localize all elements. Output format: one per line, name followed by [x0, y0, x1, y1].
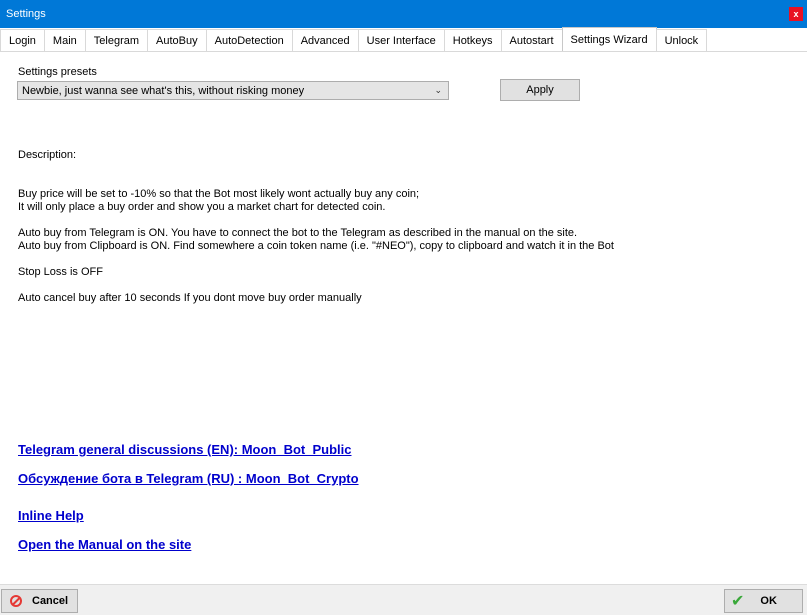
- cancel-button[interactable]: Cancel: [1, 589, 78, 613]
- close-icon: x: [793, 9, 799, 19]
- description-line: Buy price will be set to -10% so that th…: [18, 188, 420, 200]
- description-line: Auto buy from Clipboard is ON. Find some…: [18, 240, 614, 252]
- tab-strip: Login Main Telegram AutoBuy AutoDetectio…: [0, 27, 807, 52]
- manual-link[interactable]: Open the Manual on the site: [18, 537, 191, 552]
- chevron-down-icon: ⌄: [434, 85, 442, 95]
- tab-autobuy[interactable]: AutoBuy: [147, 29, 207, 51]
- description-block: Description: Buy price will be set to -1…: [18, 149, 614, 305]
- cancel-label: Cancel: [32, 595, 69, 607]
- tab-login[interactable]: Login: [0, 29, 45, 51]
- tab-autodetection[interactable]: AutoDetection: [205, 29, 293, 51]
- presets-label: Settings presets: [18, 66, 97, 78]
- description-line: Auto cancel buy after 10 seconds If you …: [18, 292, 362, 304]
- telegram-ru-link[interactable]: Обсуждение бота в Telegram (RU) : Moon_B…: [18, 471, 359, 486]
- description-heading: Description:: [18, 149, 77, 161]
- tab-telegram[interactable]: Telegram: [84, 29, 149, 51]
- tab-advanced[interactable]: Advanced: [291, 29, 359, 51]
- cancel-icon: [10, 595, 22, 607]
- tab-user-interface[interactable]: User Interface: [357, 29, 445, 51]
- tab-settings-wizard[interactable]: Settings Wizard: [561, 27, 657, 51]
- checkmark-icon: ✔: [731, 593, 745, 610]
- inline-help-link[interactable]: Inline Help: [18, 508, 84, 523]
- tab-main[interactable]: Main: [43, 29, 86, 51]
- ok-button[interactable]: ✔ OK: [724, 589, 803, 613]
- presets-select[interactable]: Newbie, just wanna see what's this, with…: [17, 81, 449, 100]
- close-button[interactable]: x: [789, 7, 803, 21]
- title-bar: Settings x: [0, 0, 807, 28]
- tab-hotkeys[interactable]: Hotkeys: [443, 29, 502, 51]
- presets-selected-value: Newbie, just wanna see what's this, with…: [22, 84, 305, 97]
- settings-wizard-panel: Settings presets Newbie, just wanna see …: [0, 52, 807, 584]
- footer-bar: Cancel ✔ OK: [0, 584, 807, 615]
- description-line: Stop Loss is OFF: [18, 266, 103, 278]
- tab-unlock[interactable]: Unlock: [655, 29, 708, 51]
- description-line: Auto buy from Telegram is ON. You have t…: [18, 227, 578, 239]
- ok-label: OK: [760, 595, 777, 607]
- window-title: Settings: [6, 8, 46, 20]
- telegram-en-link[interactable]: Telegram general discussions (EN): Moon_…: [18, 442, 352, 457]
- description-line: It will only place a buy order and show …: [18, 201, 386, 213]
- apply-button[interactable]: Apply: [500, 79, 580, 101]
- tab-autostart[interactable]: Autostart: [500, 29, 563, 51]
